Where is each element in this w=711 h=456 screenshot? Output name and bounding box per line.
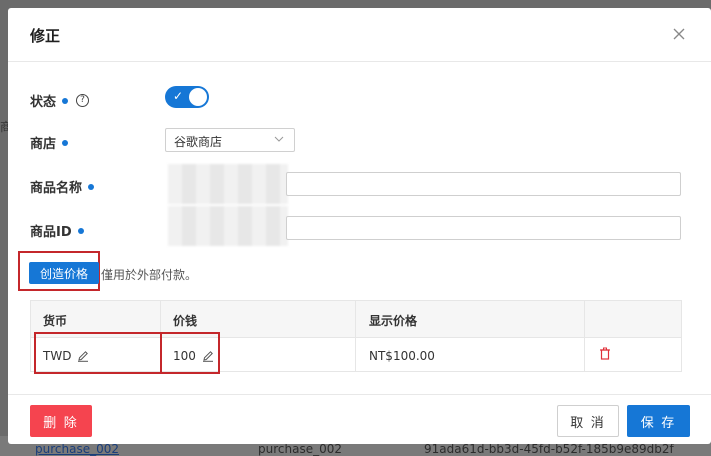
required-dot-icon [62, 139, 69, 146]
background-edge-text: 商 [0, 120, 13, 134]
dialog-header: 修正 [8, 8, 711, 62]
product-name-label: 商品名称 [30, 181, 83, 196]
status-label: 状态 [30, 95, 57, 110]
required-dot-icon [77, 227, 84, 234]
toggle-knob [189, 88, 207, 106]
display-price-value: NT$100.00 [369, 349, 435, 363]
check-icon: ✓ [173, 89, 184, 103]
trash-icon[interactable] [599, 347, 611, 360]
chevron-down-icon [274, 136, 284, 142]
status-toggle[interactable]: ✓ [165, 86, 209, 108]
required-dot-icon [62, 97, 69, 104]
delete-button[interactable]: 删 除 [30, 405, 92, 437]
dialog-title: 修正 [30, 27, 61, 45]
store-select-value: 谷歌商店 [174, 135, 223, 149]
save-button[interactable]: 保 存 [627, 405, 690, 437]
product-name-label-row: 商品名称 [30, 177, 95, 196]
product-id-input[interactable] [286, 216, 681, 240]
required-dot-icon [88, 183, 95, 190]
column-header-display-price: 显示价格 [369, 314, 418, 328]
create-price-hint: 僅用於外部付款。 [101, 268, 198, 282]
column-header-currency: 货币 [43, 314, 68, 328]
column-divider [584, 301, 585, 371]
edit-dialog: 修正 状态 ? ✓ 商店 谷歌商店 商品名称 商品ID 创造价格 僅用於外部付款… [8, 8, 711, 444]
store-label: 商店 [30, 137, 57, 152]
cell-display-price: NT$100.00 [369, 349, 435, 363]
store-label-row: 商店 [30, 133, 69, 152]
cancel-button[interactable]: 取 消 [557, 405, 619, 437]
column-divider [355, 301, 356, 371]
create-price-button[interactable]: 创造价格 [29, 262, 99, 284]
background-row-cell: 91ada61d-bb3d-45fd-b52f-185b9e89db2f [424, 442, 674, 456]
highlight-box [34, 332, 162, 374]
column-header-price: 价钱 [173, 314, 198, 328]
background-row-cell: purchase_002 [258, 442, 342, 456]
redacted-product-name [168, 164, 288, 204]
question-circle-icon[interactable]: ? [76, 94, 90, 107]
close-icon[interactable] [671, 26, 687, 42]
redacted-product-id [168, 206, 288, 246]
product-id-label: 商品ID [30, 225, 72, 240]
status-label-row: 状态 ? [30, 91, 90, 110]
background-row-link[interactable]: purchase_002 [35, 442, 119, 456]
product-id-label-row: 商品ID [30, 221, 84, 240]
product-name-input[interactable] [286, 172, 681, 196]
highlight-box [160, 332, 220, 374]
store-select[interactable]: 谷歌商店 [165, 128, 295, 152]
